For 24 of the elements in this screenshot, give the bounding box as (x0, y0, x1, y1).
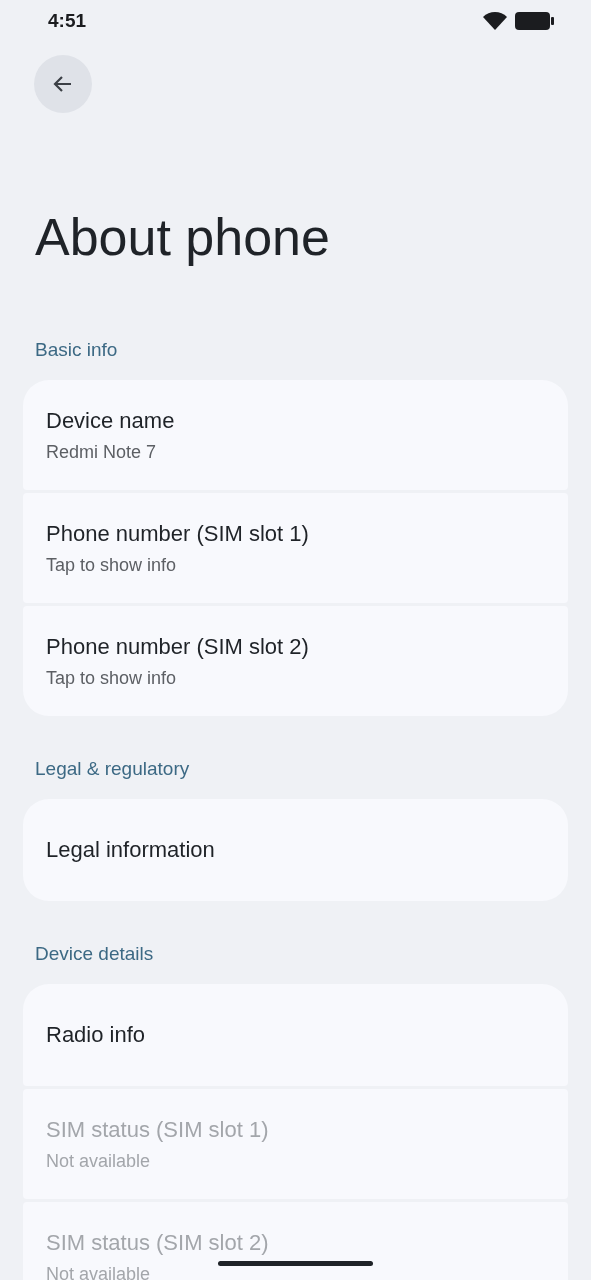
section-header: Device details (34, 942, 155, 966)
page-title: About phone (35, 207, 331, 268)
item-title: SIM status (SIM slot 1) (46, 1115, 270, 1144)
settings-item[interactable]: Phone number (SIM slot 1) Tap to show info (23, 493, 568, 603)
settings-item[interactable]: Radio info (23, 984, 568, 1086)
section-header: Legal & regulatory (34, 757, 191, 781)
section-header: Basic info (34, 338, 119, 362)
item-title: Phone number (SIM slot 1) (46, 519, 310, 548)
item-title: Legal information (46, 836, 216, 864)
item-title: SIM status (SIM slot 2) (46, 1228, 270, 1257)
item-title: Phone number (SIM slot 2) (46, 632, 310, 661)
settings-item[interactable]: Device name Redmi Note 7 (23, 380, 568, 490)
battery-icon (515, 11, 555, 31)
status-time: 4:51 (48, 10, 87, 32)
item-summary: Tap to show info (46, 666, 177, 690)
item-summary: Tap to show info (46, 553, 177, 577)
item-summary: Redmi Note 7 (46, 440, 157, 464)
settings-item[interactable]: Legal information (23, 799, 568, 901)
wifi-icon (483, 12, 507, 30)
item-title: Radio info (46, 1021, 147, 1049)
item-summary: Not available (46, 1149, 151, 1173)
item-title: Device name (46, 406, 176, 435)
item-summary: Not available (46, 1262, 151, 1280)
settings-item[interactable]: Phone number (SIM slot 2) Tap to show info (23, 606, 568, 716)
